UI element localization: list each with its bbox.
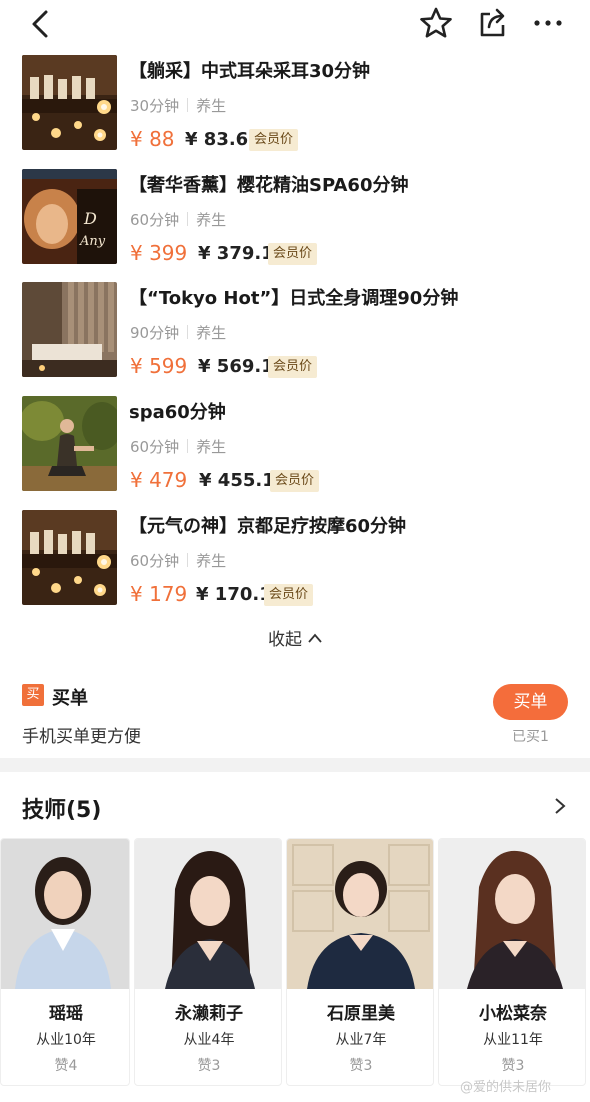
member-price: ¥ 379.1 bbox=[198, 243, 274, 264]
technician-name: 石原里美 bbox=[327, 1004, 395, 1024]
sold-count: 已买1 bbox=[512, 729, 549, 745]
service-meta: 60分钟 养生 bbox=[130, 436, 226, 457]
separator bbox=[187, 439, 189, 453]
category: 养生 bbox=[196, 211, 227, 229]
pay-bill-description: 手机买单更方便 bbox=[22, 727, 141, 747]
technician-experience: 从业10年 bbox=[36, 1032, 96, 1048]
member-price: ¥ 569.1 bbox=[198, 356, 274, 377]
price: ¥ 479 bbox=[130, 468, 188, 492]
chevron-up-icon bbox=[308, 633, 322, 643]
technician-card[interactable]: 小松菜奈 从业11年 赞3 bbox=[438, 838, 586, 1086]
member-price: ¥ 455.1 bbox=[199, 470, 275, 491]
member-price: ¥ 83.6 bbox=[185, 129, 249, 150]
favorite-star-icon[interactable] bbox=[418, 5, 454, 41]
member-price: ¥ 170.1 bbox=[196, 584, 272, 605]
technician-card[interactable]: 永濑莉子 从业4年 赞3 bbox=[134, 838, 282, 1086]
svg-text:D: D bbox=[83, 209, 97, 228]
duration: 60分钟 bbox=[130, 211, 180, 229]
treatment-room-photo bbox=[22, 282, 117, 377]
duration: 60分钟 bbox=[130, 438, 180, 456]
category: 养生 bbox=[196, 97, 227, 115]
category: 养生 bbox=[196, 438, 227, 456]
duration: 30分钟 bbox=[130, 97, 180, 115]
spa-poster-photo: D Any bbox=[22, 169, 117, 264]
member-badge: 会员价 bbox=[268, 356, 318, 378]
technician-name: 瑶瑶 bbox=[49, 1004, 83, 1024]
svg-text:Any: Any bbox=[79, 234, 106, 249]
chevron-right-icon[interactable] bbox=[550, 795, 570, 817]
member-badge: 会员价 bbox=[268, 243, 318, 265]
member-badge: 会员价 bbox=[270, 470, 320, 492]
technician-likes: 赞3 bbox=[501, 1058, 525, 1074]
member-badge: 会员价 bbox=[249, 129, 299, 151]
service-title: 【“Tokyo Hot”】日式全身调理90分钟 bbox=[129, 288, 459, 309]
collapse-button[interactable]: 收起 bbox=[0, 625, 590, 650]
technician-card[interactable]: 石原里美 从业7年 赞3 bbox=[286, 838, 434, 1086]
technician-name: 小松菜奈 bbox=[479, 1004, 547, 1024]
service-item[interactable]: 【“Tokyo Hot”】日式全身调理90分钟 90分钟 养生 ¥ 599 ¥ 5… bbox=[0, 282, 590, 392]
price: ¥ 399 bbox=[130, 241, 188, 265]
category: 养生 bbox=[196, 324, 227, 342]
service-item[interactable]: spa60分钟 60分钟 养生 ¥ 479 ¥ 455.1 会员价 bbox=[0, 396, 590, 506]
technician-photo bbox=[287, 839, 433, 989]
service-item[interactable]: D Any 【奢华香薰】樱花精油SPA60分钟 60分钟 养生 ¥ 399 ¥ 3… bbox=[0, 169, 590, 279]
service-meta: 30分钟 养生 bbox=[130, 95, 226, 116]
separator bbox=[187, 212, 189, 226]
price: ¥ 179 bbox=[130, 582, 188, 606]
service-meta: 60分钟 养生 bbox=[130, 209, 226, 230]
top-bar bbox=[0, 0, 590, 48]
back-arrow-icon[interactable] bbox=[24, 6, 60, 42]
service-title: 【奢华香薰】樱花精油SPA60分钟 bbox=[129, 175, 409, 196]
technician-photo bbox=[1, 839, 129, 989]
more-options-icon[interactable] bbox=[530, 5, 566, 41]
separator bbox=[187, 98, 189, 112]
candles-photo bbox=[22, 55, 117, 150]
service-item[interactable]: 【元气の神】京都足疗按摩60分钟 60分钟 养生 ¥ 179 ¥ 170.1 会员… bbox=[0, 510, 590, 620]
pay-bill-button[interactable]: 买单 bbox=[493, 684, 568, 720]
service-meta: 60分钟 养生 bbox=[130, 550, 226, 571]
service-item[interactable]: 【躺采】中式耳朵采耳30分钟 30分钟 养生 ¥ 88 ¥ 83.6 会员价 bbox=[0, 55, 590, 165]
technician-photo bbox=[439, 839, 585, 989]
technician-likes: 赞3 bbox=[349, 1058, 373, 1074]
technician-name: 永濑莉子 bbox=[175, 1004, 243, 1024]
technicians-header[interactable]: 技师(5) bbox=[22, 792, 101, 824]
candles-photo bbox=[22, 510, 117, 605]
technician-photo bbox=[135, 839, 281, 989]
pay-bill-tag-icon: 买 bbox=[22, 684, 44, 706]
duration: 90分钟 bbox=[130, 324, 180, 342]
technician-experience: 从业7年 bbox=[335, 1032, 387, 1048]
separator bbox=[187, 325, 189, 339]
service-title: spa60分钟 bbox=[129, 402, 226, 423]
service-title: 【元气の神】京都足疗按摩60分钟 bbox=[129, 516, 407, 537]
category: 养生 bbox=[196, 552, 227, 570]
pay-bill-section: 买 买单 手机买单更方便 买单 已买1 bbox=[0, 676, 590, 756]
separator bbox=[187, 553, 189, 567]
pay-bill-label: 买单 bbox=[52, 688, 88, 709]
technician-likes: 赞4 bbox=[54, 1058, 78, 1074]
technician-experience: 从业4年 bbox=[183, 1032, 235, 1048]
section-divider bbox=[0, 758, 590, 772]
price: ¥ 599 bbox=[130, 354, 188, 378]
service-title: 【躺采】中式耳朵采耳30分钟 bbox=[129, 61, 371, 82]
service-meta: 90分钟 养生 bbox=[130, 322, 226, 343]
price: ¥ 88 bbox=[130, 127, 175, 151]
yoga-photo bbox=[22, 396, 117, 491]
watermark: @爱的供未居你 bbox=[460, 1080, 552, 1095]
technician-card[interactable]: 瑶瑶 从业10年 赞4 bbox=[0, 838, 130, 1086]
duration: 60分钟 bbox=[130, 552, 180, 570]
collapse-label: 收起 bbox=[268, 630, 302, 650]
technician-likes: 赞3 bbox=[197, 1058, 221, 1074]
member-badge: 会员价 bbox=[264, 584, 314, 606]
technician-experience: 从业11年 bbox=[483, 1032, 543, 1048]
share-icon[interactable] bbox=[474, 5, 510, 41]
